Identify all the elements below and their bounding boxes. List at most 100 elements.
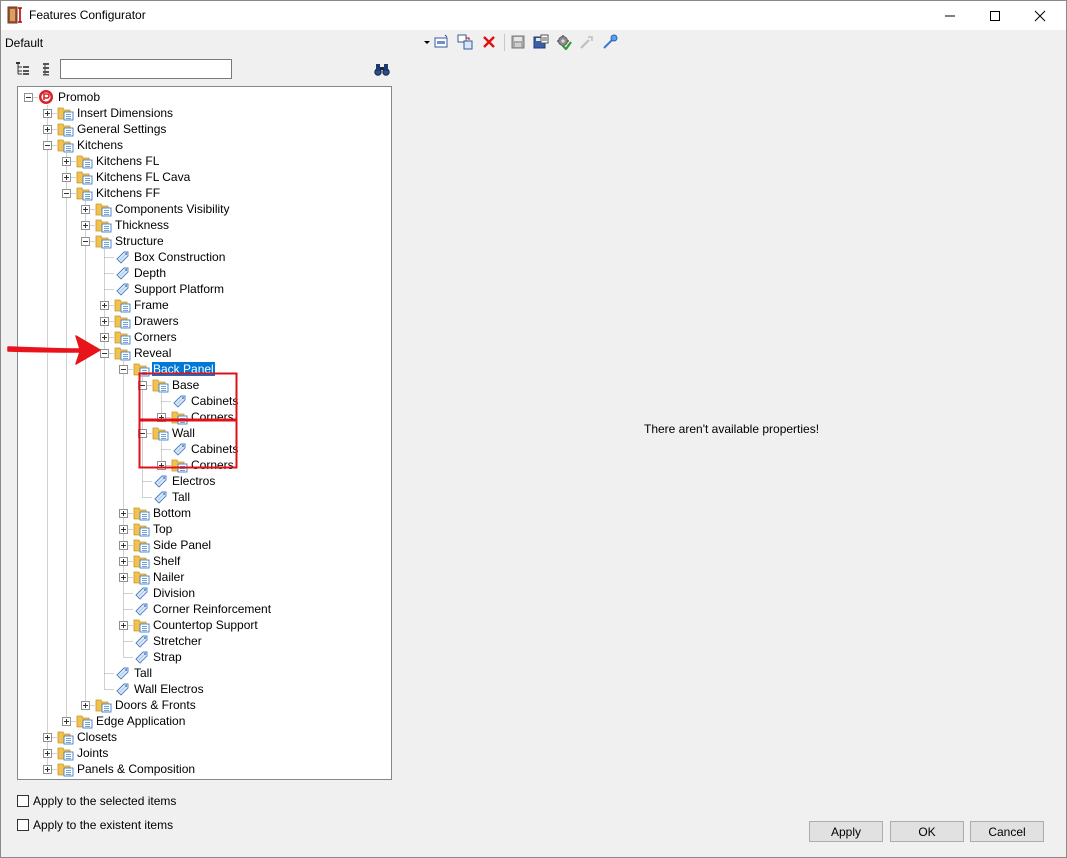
expand-node-icon[interactable] [43, 749, 52, 758]
save-as-icon[interactable] [533, 34, 549, 50]
collapse-node-icon[interactable] [24, 93, 33, 102]
tree-node[interactable]: Depth [18, 265, 388, 281]
tree-node[interactable]: Countertop Support [18, 617, 388, 633]
expand-node-icon[interactable] [43, 765, 52, 774]
tree-node[interactable]: Tall [18, 665, 388, 681]
expand-node-icon[interactable] [119, 525, 128, 534]
expand-node-icon[interactable] [119, 541, 128, 550]
tree-node[interactable]: Thickness [18, 217, 388, 233]
tree-node[interactable]: Joints [18, 745, 388, 761]
cancel-button[interactable]: Cancel [970, 821, 1044, 842]
expand-node-icon[interactable] [157, 413, 166, 422]
tree-node[interactable]: Structure [18, 233, 388, 249]
collapse-node-icon[interactable] [62, 189, 71, 198]
tree-node[interactable]: Box Construction [18, 249, 388, 265]
expand-node-icon[interactable] [119, 509, 128, 518]
expand-node-icon[interactable] [119, 557, 128, 566]
binoculars-icon[interactable] [374, 61, 390, 77]
tree-search-input[interactable] [60, 59, 232, 79]
apply-selected-checkbox[interactable] [17, 795, 29, 807]
close-button[interactable] [1017, 1, 1063, 30]
tree-node[interactable]: Cabinets [18, 441, 388, 457]
tree-node[interactable]: Cabinets [18, 393, 388, 409]
tree-node[interactable]: Strap [18, 649, 388, 665]
tree-node[interactable]: Base [18, 377, 388, 393]
new-item-icon[interactable] [433, 34, 449, 50]
collapse-node-icon[interactable] [100, 349, 109, 358]
tree-node[interactable]: Corner Reinforcement [18, 601, 388, 617]
tree-node[interactable]: Panels & Composition [18, 761, 388, 777]
expand-node-icon[interactable] [62, 173, 71, 182]
list-view-icon[interactable] [39, 61, 55, 77]
folder-icon [76, 169, 94, 185]
expand-node-icon[interactable] [100, 317, 109, 326]
apply-button[interactable]: Apply [809, 821, 883, 842]
ok-button[interactable]: OK [890, 821, 964, 842]
tree-node[interactable]: Kitchens [18, 137, 388, 153]
tree-node[interactable]: Reveal [18, 345, 388, 361]
collapse-node-icon[interactable] [138, 381, 147, 390]
expand-node-icon[interactable] [62, 717, 71, 726]
tree-node[interactable]: Support Platform [18, 281, 388, 297]
tree-node[interactable]: Wall Electros [18, 681, 388, 697]
tree-node[interactable]: Nailer [18, 569, 388, 585]
save-icon[interactable] [510, 34, 526, 50]
expand-node-icon[interactable] [81, 221, 90, 230]
tree-node[interactable]: Closets [18, 729, 388, 745]
tree-node[interactable]: Components Visibility [18, 201, 388, 217]
expand-node-icon[interactable] [119, 573, 128, 582]
expand-node-icon[interactable] [43, 109, 52, 118]
tree-node[interactable]: Division [18, 585, 388, 601]
expand-node-icon[interactable] [100, 301, 109, 310]
tree-node[interactable]: General Settings [18, 121, 388, 137]
tree-node[interactable]: Top [18, 521, 388, 537]
apply-existent-option[interactable]: Apply to the existent items [17, 818, 173, 832]
tree-node[interactable]: Wall [18, 425, 388, 441]
tree-node[interactable]: Stretcher [18, 633, 388, 649]
expand-node-icon[interactable] [157, 461, 166, 470]
expand-node-icon[interactable] [43, 733, 52, 742]
expand-node-icon[interactable] [62, 157, 71, 166]
tree-node[interactable]: Shelf [18, 553, 388, 569]
tree-node[interactable]: Insert Dimensions [18, 105, 388, 121]
tree-node[interactable]: Back Panel [18, 361, 388, 377]
tree-node-label: Closets [77, 730, 118, 744]
tree-node[interactable]: Drawers [18, 313, 388, 329]
tree-node[interactable]: Edge Application [18, 713, 388, 729]
tree-node[interactable]: Corners [18, 409, 388, 425]
tree-node[interactable]: Side Panel [18, 537, 388, 553]
tree-node[interactable]: Kitchens FL Cava [18, 169, 388, 185]
collapse-node-icon[interactable] [81, 237, 90, 246]
expand-node-icon[interactable] [81, 701, 90, 710]
gear-check-icon[interactable] [556, 34, 572, 50]
feature-tree[interactable]: Promob Insert Dimensions General Settings K… [17, 86, 392, 780]
collapse-node-icon[interactable] [138, 429, 147, 438]
tree-node[interactable]: Electros [18, 473, 388, 489]
apply-selected-option[interactable]: Apply to the selected items [17, 794, 176, 808]
expand-node-icon[interactable] [81, 205, 90, 214]
expand-icon[interactable] [602, 34, 618, 50]
collapse-icon[interactable] [579, 34, 595, 50]
tree-node[interactable]: Frame [18, 297, 388, 313]
tree-node-label: Countertop Support [153, 618, 258, 632]
expand-node-icon[interactable] [119, 621, 128, 630]
tree-node[interactable]: Bottom [18, 505, 388, 521]
minimize-button[interactable] [927, 1, 973, 30]
maximize-button[interactable] [972, 1, 1018, 30]
delete-icon[interactable] [481, 34, 497, 50]
expand-node-icon[interactable] [100, 333, 109, 342]
collapse-node-icon[interactable] [119, 365, 128, 374]
tree-node[interactable]: Promob [18, 89, 388, 105]
tree-node[interactable]: Kitchens FF [18, 185, 388, 201]
tree-node[interactable]: Corners [18, 329, 388, 345]
tree-node[interactable]: Kitchens FL [18, 153, 388, 169]
collapse-node-icon[interactable] [43, 141, 52, 150]
apply-existent-checkbox[interactable] [17, 819, 29, 831]
tree-view-icon[interactable] [15, 61, 31, 77]
tree-node[interactable]: Corners [18, 457, 388, 473]
tree-node[interactable]: Tall [18, 489, 388, 505]
copy-item-icon[interactable] [457, 34, 473, 50]
expand-node-icon[interactable] [43, 125, 52, 134]
preset-selector[interactable]: Default [5, 36, 43, 50]
tree-node[interactable]: Doors & Fronts [18, 697, 388, 713]
